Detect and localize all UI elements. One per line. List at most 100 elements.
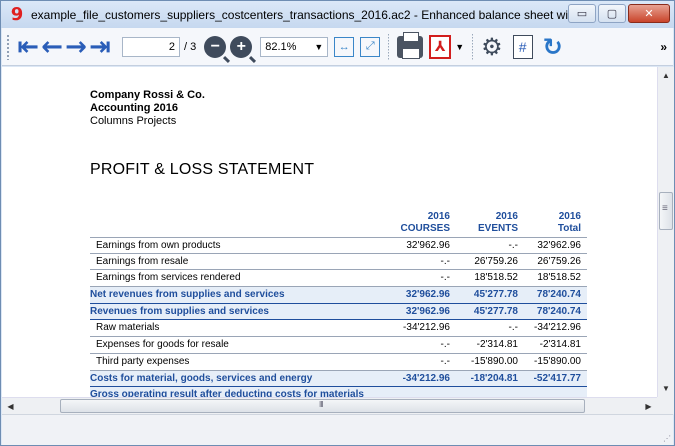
horizontal-scroll-thumb[interactable] [60,399,585,413]
app-window: 9 example_file_customers_suppliers_costc… [0,0,675,446]
page-number-icon[interactable]: # [512,34,533,59]
close-button[interactable]: ✕ [628,4,670,23]
company-name: Company Rossi & Co. [90,89,205,101]
toolbar-separator [388,33,390,60]
row-label: Gross operating result after deducting c… [90,389,364,397]
table-total-row: Costs for material, goods, services and … [90,370,587,388]
row-label: Revenues from supplies and services [90,305,269,317]
gear-icon[interactable]: ⚙ [481,33,503,61]
toolbar: ⇤ ← → ⇥ 2 / 3 − + 82.1% ▼ ↔ ⤢ ⅄ ▼ ⚙ # ↻ … [2,28,673,66]
zoom-in-icon[interactable]: + [230,35,253,58]
fit-page-icon[interactable]: ⤢ [360,36,381,57]
toolbar-separator [472,33,474,60]
table-row: Earnings from resale -.- 26'759.26 26'759.2… [90,254,587,271]
cell-total: 18'518.52 [537,272,581,284]
row-label: Earnings from resale [96,255,189,267]
scrollbar-corner [657,397,674,414]
cell-courses: -.- [440,355,450,367]
column-header-courses: 2016 COURSES [400,211,450,234]
table-row: Earnings from services rendered -.- 18'518… [90,270,587,288]
table-total-row: Net revenues from supplies and services 3… [90,287,587,304]
cell-total: -52'417.77 [533,372,581,384]
table-row: Third party expenses -.- -15'890.00 -15'890… [90,354,587,371]
table-row: Raw materials -34'212.96 -.- -34'212.96 [90,320,587,338]
cell-events: -15'890.00 [471,355,518,367]
pdf-export-icon[interactable]: ⅄ [429,34,452,59]
cell-events: -.- [508,240,518,251]
vertical-scrollbar[interactable]: ▲ ▼ [657,67,674,397]
row-label: Raw materials [96,322,160,334]
zoom-select[interactable]: 82.1% ▼ [260,36,329,57]
table-header: 2016 COURSES 2016 EVENTS 2016 Total [90,211,587,237]
cell-events: 26'759.26 [474,255,518,267]
cell-total: -34'212.96 [534,322,581,334]
cell-events: -.- [508,322,518,334]
status-bar: ⋰ [2,414,673,445]
window-title: example_file_customers_suppliers_costcen… [31,7,571,22]
row-label: Earnings from own products [96,240,221,251]
cell-courses: -.- [440,255,450,267]
row-label: Third party expenses [96,355,190,367]
cell-courses: 32'962.96 [405,289,450,301]
scroll-up-icon[interactable]: ▲ [658,67,674,84]
cell-courses: -.- [440,272,450,284]
title-bar[interactable]: 9 example_file_customers_suppliers_costc… [1,1,674,28]
column-header-total: 2016 Total [557,211,581,234]
scroll-right-icon[interactable]: ▶ [640,398,657,414]
cell-courses: -.- [440,339,450,351]
table-row: Expenses for goods for resale -.- -2'314.8… [90,337,587,354]
app-logo-icon: 9 [10,4,24,25]
table-total-row: Gross operating result after deducting c… [90,387,587,397]
cell-total: 78'240.74 [536,289,581,301]
columns-caption: Columns Projects [90,115,177,127]
cell-total: -2'314.81 [539,339,581,351]
previous-page-icon[interactable]: ← [40,33,64,61]
zoom-out-icon[interactable]: − [204,35,227,58]
document-viewport[interactable]: Company Rossi & Co. Accounting 2016 Colu… [2,67,657,397]
row-label: Expenses for goods for resale [96,339,229,351]
report-header: Company Rossi & Co. Accounting 2016 Colu… [90,89,205,128]
cell-total: 26'759.26 [537,255,581,267]
page-number-input[interactable]: 2 [122,36,180,57]
cell-total: 32'962.96 [537,240,581,251]
row-label: Net revenues from supplies and services [90,289,285,301]
column-header-events: 2016 EVENTS [477,211,518,234]
toolbar-overflow-icon[interactable]: » [660,40,667,54]
table-body: Earnings from own products 32'962.96 -.- 32… [90,237,587,397]
toolbar-grip[interactable] [6,33,10,60]
cell-courses: 32'962.96 [405,305,450,317]
cell-events: -18'204.81 [470,372,518,384]
table-total-row: Revenues from supplies and services 32'96… [90,303,587,321]
cell-total: -15'890.00 [534,355,581,367]
cell-total: 78'240.74 [536,305,581,317]
horizontal-scrollbar[interactable]: ◀ ▶ [2,397,657,414]
page-total: / 3 [184,40,197,53]
cell-courses: -34'212.96 [403,322,450,334]
zoom-value: 82.1% [265,40,297,53]
scroll-left-icon[interactable]: ◀ [2,398,19,414]
vertical-scroll-thumb[interactable] [659,192,673,230]
minimize-button[interactable]: ▭ [568,4,596,23]
first-page-icon[interactable]: ⇤ [16,33,40,61]
refresh-icon[interactable]: ↻ [543,33,563,61]
cell-events: 18'518.52 [474,272,518,284]
chevron-down-icon[interactable]: ▼ [455,42,464,52]
print-icon[interactable] [397,31,424,59]
next-page-icon[interactable]: → [64,33,88,61]
pl-table: 2016 COURSES 2016 EVENTS 2016 Total Earn… [90,211,587,397]
cell-courses: -34'212.96 [402,372,450,384]
chevron-down-icon: ▼ [314,41,324,52]
last-page-icon[interactable]: ⇥ [88,33,112,61]
cell-events: 45'277.78 [473,289,518,301]
row-label: Costs for material, goods, services and … [90,372,313,384]
scroll-down-icon[interactable]: ▼ [658,380,674,397]
resize-grip-icon[interactable]: ⋰ [663,434,671,443]
table-row: Earnings from own products 32'962.96 -.- 32… [90,237,587,254]
maximize-button[interactable]: ▢ [598,4,626,23]
fit-width-icon[interactable]: ↔ [334,36,355,57]
report-subtitle: Accounting 2016 [90,102,179,114]
cell-courses: 32'962.96 [406,240,450,251]
cell-events: 45'277.78 [473,305,518,317]
report-title: PROFIT & LOSS STATEMENT [90,161,315,178]
row-label: Earnings from services rendered [96,272,241,284]
